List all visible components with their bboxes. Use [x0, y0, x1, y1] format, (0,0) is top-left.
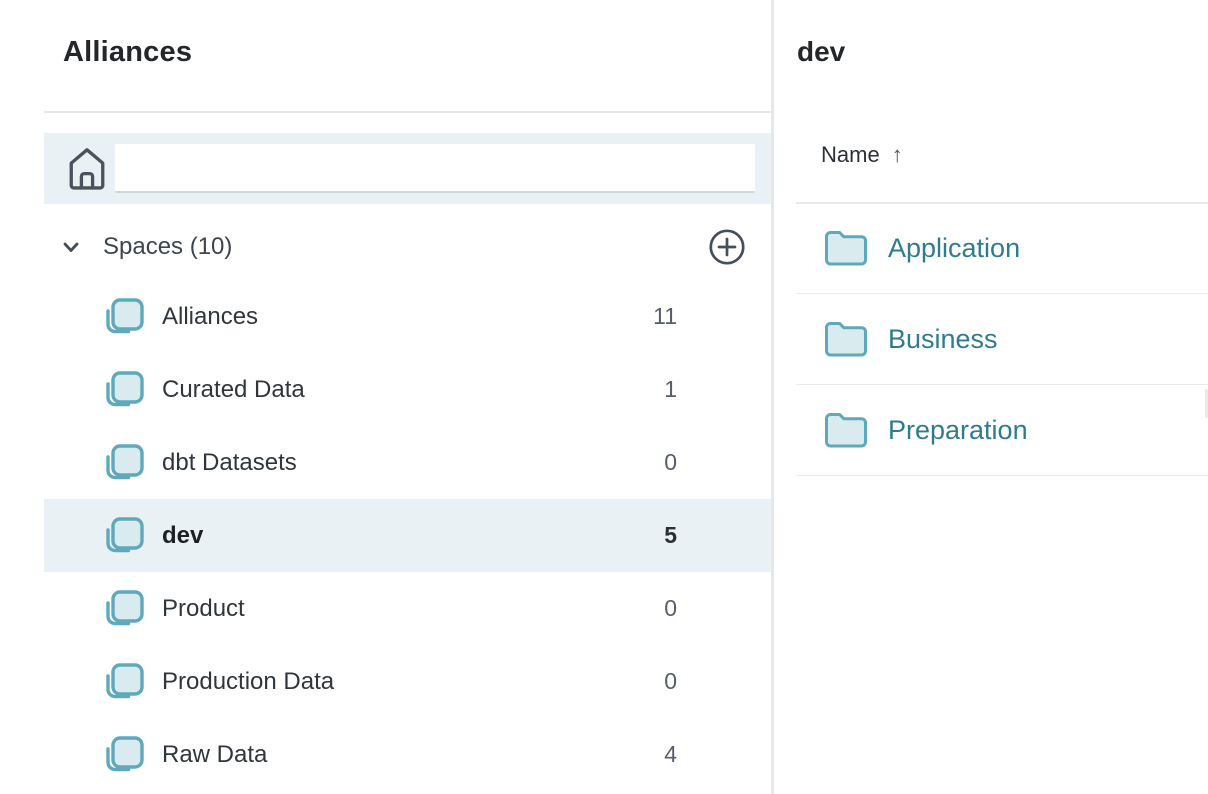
- space-icon: [101, 514, 145, 558]
- space-icon: [101, 441, 145, 485]
- space-item-count: 0: [664, 595, 677, 622]
- sidebar-space-item[interactable]: Alliances 11: [44, 280, 771, 353]
- folder-list: Application Business Preparation: [796, 203, 1208, 476]
- space-item-label: dev: [162, 522, 203, 550]
- scrollbar-sliver[interactable]: [1205, 389, 1208, 418]
- spaces-section-label: Spaces (10): [103, 233, 232, 261]
- space-item-label: Curated Data: [162, 376, 305, 404]
- add-space-button[interactable]: [707, 227, 747, 267]
- space-item-label: Product: [162, 595, 245, 623]
- sidebar-home-item[interactable]: [44, 133, 771, 204]
- space-item-count: 4: [664, 741, 677, 768]
- sidebar-space-item[interactable]: Production Data 0: [44, 645, 771, 718]
- sidebar: Alliances Spaces (10): [0, 0, 771, 794]
- sort-ascending-icon: ↑: [892, 142, 903, 168]
- sidebar-space-item[interactable]: Curated Data 1: [44, 353, 771, 426]
- space-item-label: Alliances: [162, 303, 258, 331]
- chevron-down-icon[interactable]: [58, 234, 84, 260]
- space-icon: [101, 295, 145, 339]
- sidebar-space-item[interactable]: Product 0: [44, 572, 771, 645]
- folder-row[interactable]: Preparation: [796, 385, 1208, 476]
- space-icon: [101, 368, 145, 412]
- space-item-label: dbt Datasets: [162, 449, 297, 477]
- main-panel: dev Name ↑ Application Business Preparat…: [774, 0, 1208, 794]
- space-icon: [101, 660, 145, 704]
- sidebar-title-divider: [44, 111, 771, 113]
- space-item-label: Raw Data: [162, 741, 267, 769]
- folder-row[interactable]: Application: [796, 203, 1208, 294]
- space-item-count: 1: [664, 376, 677, 403]
- folder-row[interactable]: Business: [796, 294, 1208, 385]
- plus-circle-icon: [708, 228, 746, 266]
- folder-icon: [823, 410, 869, 450]
- sidebar-section-spaces: Spaces (10): [44, 213, 771, 281]
- space-item-count: 5: [664, 522, 677, 549]
- home-icon: [66, 145, 108, 191]
- sidebar-title: Alliances: [63, 36, 192, 69]
- spaces-list: Alliances 11 Curated Data 1 dbt Datasets…: [44, 280, 771, 791]
- space-item-label: Production Data: [162, 668, 334, 696]
- folder-link[interactable]: Application: [888, 233, 1020, 264]
- folder-link[interactable]: Preparation: [888, 415, 1028, 446]
- name-header-label: Name: [821, 142, 880, 168]
- redacted-text-overlay: [115, 144, 755, 193]
- space-item-count: 0: [664, 449, 677, 476]
- space-item-count: 11: [653, 303, 677, 330]
- page-title: dev: [797, 36, 845, 68]
- space-icon: [101, 733, 145, 777]
- folder-icon: [823, 228, 869, 268]
- sidebar-space-item[interactable]: dbt Datasets 0: [44, 426, 771, 499]
- space-icon: [101, 587, 145, 631]
- column-header-name[interactable]: Name ↑: [821, 142, 903, 168]
- folder-link[interactable]: Business: [888, 324, 998, 355]
- sidebar-space-item[interactable]: Raw Data 4: [44, 718, 771, 791]
- space-item-count: 0: [664, 668, 677, 695]
- sidebar-space-item[interactable]: dev 5: [44, 499, 771, 572]
- folder-icon: [823, 319, 869, 359]
- app-window: Alliances Spaces (10): [0, 0, 1208, 794]
